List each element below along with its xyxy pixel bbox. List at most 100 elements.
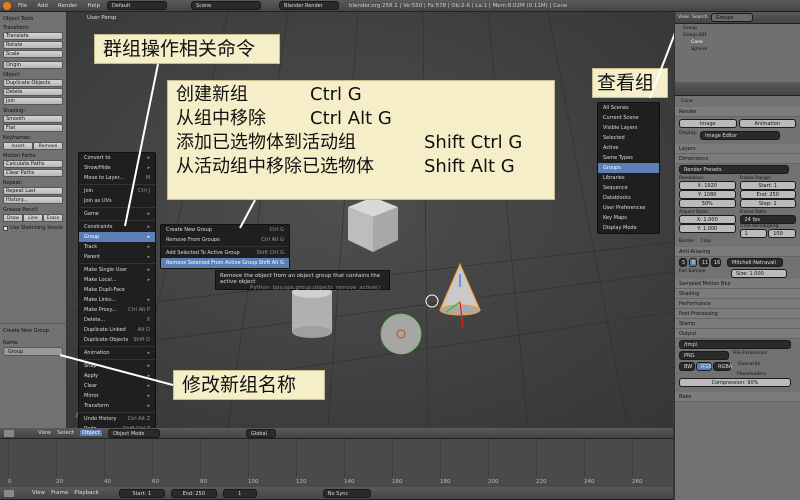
smooth-button[interactable]: Smooth	[3, 115, 63, 123]
group-menu-item-add-selected-to-active-group[interactable]: Add Selected To Active Group Shift Ctrl G	[161, 248, 289, 258]
file-format-select[interactable]: PNG	[679, 351, 729, 360]
output-panel-header[interactable]: Output	[675, 329, 800, 339]
render-image-button[interactable]: Image	[679, 119, 737, 128]
layers-panel-header[interactable]: Layers	[675, 144, 800, 154]
object-menu-item-parent[interactable]: Parent ▸	[79, 252, 155, 262]
view-menu[interactable]: View	[38, 430, 51, 436]
timeline-editor-icon[interactable]	[4, 489, 14, 497]
join-button[interactable]: Join	[3, 97, 63, 105]
object-menu-item-convert-to[interactable]: Convert to ▸	[79, 153, 155, 163]
display-select[interactable]: Image Editor	[700, 131, 781, 140]
object-menu-item-apply[interactable]: Apply ▸	[79, 371, 155, 381]
group-submenu[interactable]: Create New Group Ctrl G Remove From Groups…	[160, 224, 290, 269]
crop-checkbox[interactable]: Crop	[700, 239, 711, 244]
object-menu-item-mirror[interactable]: Mirror ▸	[79, 391, 155, 401]
timeline-playback-menu[interactable]: Playback	[74, 490, 99, 496]
history-button[interactable]: History...	[3, 196, 63, 204]
outliner-display-menu[interactable]: All Scenes Current Scene Visible Layers Sel…	[597, 102, 660, 234]
outliner-option-user-preferences[interactable]: User Preferences	[598, 203, 659, 213]
rgba-button[interactable]: RGBA	[713, 362, 732, 371]
draw-button[interactable]: Draw	[3, 214, 23, 222]
object-menu-item-track[interactable]: Track ▸	[79, 242, 155, 252]
outliner-search-menu[interactable]: Search	[692, 15, 708, 20]
menu-file[interactable]: File	[15, 3, 30, 9]
current-frame-field[interactable]: 1	[222, 488, 257, 498]
rgb-button[interactable]: RGB	[696, 362, 712, 371]
object-menu-item-make-single-user[interactable]: Make Single User ▸	[79, 265, 155, 275]
timeline-start-field[interactable]: Start: 1	[118, 488, 165, 498]
render-presets-select[interactable]: Render Presets	[679, 165, 789, 174]
outliner-display-select[interactable]: Groups	[710, 13, 753, 22]
orientation-select[interactable]: Global	[245, 428, 276, 438]
border-checkbox[interactable]: Border	[679, 239, 694, 244]
aa-filter-select[interactable]: Mitchell-Netravali	[727, 258, 783, 267]
sketching-checkbox[interactable]: Use Sketching Sessio	[3, 225, 63, 231]
object-menu-item-join-as-uvs[interactable]: Join as UVs	[79, 196, 155, 206]
scene-select[interactable]: Scene	[191, 1, 262, 10]
mode-select[interactable]: Object Mode	[107, 428, 160, 438]
aspect-y-field[interactable]: Y: 1.000	[679, 224, 736, 233]
performance-panel-header[interactable]: Performance	[675, 299, 800, 309]
render-animation-button[interactable]: Animation	[738, 119, 796, 128]
calculate-paths-button[interactable]: Calculate Paths	[3, 160, 63, 168]
object-menu-item-game[interactable]: Game ▸	[79, 209, 155, 219]
remap-new-field[interactable]: 100	[768, 229, 796, 238]
tree-group-001[interactable]: Group.001	[679, 33, 796, 38]
post-processing-panel-header[interactable]: Post Processing	[675, 309, 800, 319]
bw-button[interactable]: BW	[679, 362, 695, 371]
outliner-option-display-mode[interactable]: Display Mode	[598, 223, 659, 233]
select-menu[interactable]: Select	[57, 430, 74, 436]
object-menu[interactable]: Convert to ▸ Show/Hide ▸ Move to Layer... M Jo…	[78, 152, 156, 445]
aspect-x-field[interactable]: X: 1.000	[679, 215, 736, 224]
bake-panel-header[interactable]: Bake	[675, 392, 800, 402]
frame-end-field[interactable]: End: 250	[739, 190, 796, 199]
layout-select[interactable]: Default	[107, 1, 168, 10]
duplicate-button[interactable]: Duplicate Objects	[3, 79, 63, 87]
object-menu-item-show-hide[interactable]: Show/Hide ▸	[79, 163, 155, 173]
object-menu-item-animation[interactable]: Animation ▸	[79, 348, 155, 358]
aa-size-field[interactable]: Size: 1.000	[731, 269, 787, 278]
timeline-frame-menu[interactable]: Frame	[51, 490, 68, 496]
frame-step-field[interactable]: Step: 1	[739, 199, 796, 208]
object-menu-item-join[interactable]: Join Ctrl J	[79, 186, 155, 196]
outliner-option-selected[interactable]: Selected	[598, 133, 659, 143]
object-menu-item-make-local[interactable]: Make Local... ▸	[79, 275, 155, 285]
aa-16-button[interactable]: 16	[711, 258, 721, 267]
object-menu-item-constraints[interactable]: Constraints ▸	[79, 222, 155, 232]
timeline-view-menu[interactable]: View	[32, 490, 45, 496]
scale-button[interactable]: Scale	[3, 50, 63, 58]
group-menu-item-create-new-group[interactable]: Create New Group Ctrl G	[161, 225, 289, 235]
aa-5-button[interactable]: 5	[679, 258, 687, 267]
group-menu-item-remove-from-groups[interactable]: Remove From Groups Ctrl Alt G	[161, 235, 289, 245]
object-menu-item-clear[interactable]: Clear ▸	[79, 381, 155, 391]
object-menu-item-move-to-layer[interactable]: Move to Layer... M	[79, 173, 155, 183]
remap-old-field[interactable]: 1	[739, 229, 768, 238]
anti-aliasing-panel-header[interactable]: Anti-Aliasing	[675, 247, 800, 257]
origin-button[interactable]: Origin	[3, 61, 63, 69]
menu-help[interactable]: Help	[84, 3, 103, 9]
outliner-option-visible-layers[interactable]: Visible Layers	[598, 123, 659, 133]
full-sample-checkbox[interactable]: Full Sample	[679, 269, 725, 278]
outliner-option-same-types[interactable]: Same Types	[598, 153, 659, 163]
group-menu-item-remove-selected-from-active-group[interactable]: Remove Selected From Active Group Shift A…	[161, 258, 289, 268]
translate-button[interactable]: Translate	[3, 32, 63, 40]
fps-select[interactable]: 24 fps	[739, 215, 796, 224]
insert-key-button[interactable]: Insert	[3, 142, 33, 150]
aa-11-button[interactable]: 11	[699, 258, 709, 267]
render-panel-header[interactable]: Render	[675, 107, 800, 117]
tree-group[interactable]: Group	[679, 26, 796, 31]
stamp-panel-header[interactable]: Stamp	[675, 319, 800, 329]
editor-type-icon[interactable]	[4, 429, 14, 437]
aa-8-button[interactable]: 8	[689, 258, 697, 267]
object-menu-item-undo-history[interactable]: Undo History Ctrl Alt Z	[79, 414, 155, 424]
menu-add[interactable]: Add	[34, 3, 51, 9]
outliner-option-sequence[interactable]: Sequence	[598, 183, 659, 193]
3d-viewport[interactable]: User Persp	[68, 12, 673, 428]
overwrite-checkbox[interactable]: Overwrite	[738, 362, 761, 371]
res-pct-field[interactable]: 50%	[679, 199, 736, 208]
object-menu-item-snap[interactable]: Snap ▸	[79, 361, 155, 371]
timeline-end-field[interactable]: End: 250	[170, 488, 217, 498]
checkbox-icon[interactable]	[3, 225, 8, 231]
delete-button[interactable]: Delete	[3, 88, 63, 96]
object-menu-item-make-proxy[interactable]: Make Proxy... Ctrl Alt P	[79, 305, 155, 315]
